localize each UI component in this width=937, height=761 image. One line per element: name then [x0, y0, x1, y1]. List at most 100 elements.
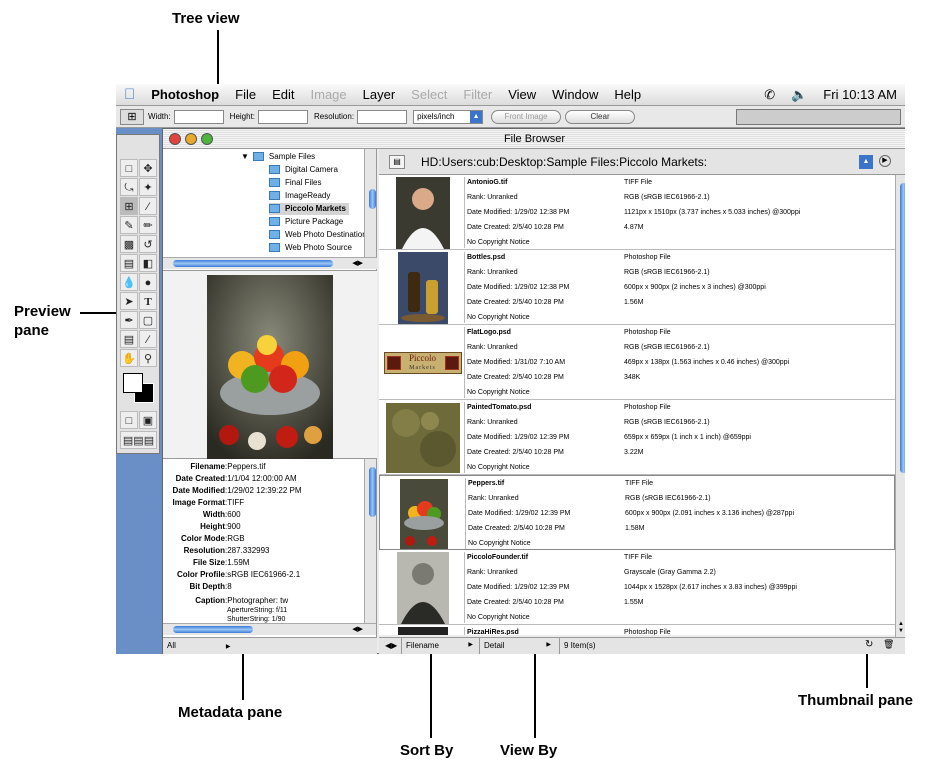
file-thumbnail[interactable]	[382, 478, 466, 549]
tree-item-digital-camera[interactable]: Digital Camera	[269, 164, 338, 176]
file-thumbnail[interactable]	[381, 627, 465, 635]
menu-select[interactable]: Select	[403, 87, 455, 102]
notes-tool-icon[interactable]: ▤	[120, 330, 138, 348]
file-thumbnail[interactable]	[381, 402, 465, 473]
units-select[interactable]: pixels/inch ▲	[413, 109, 484, 124]
menu-view[interactable]: View	[500, 87, 544, 102]
rotate-icon[interactable]: ↻	[865, 639, 873, 650]
menu-window[interactable]: Window	[544, 87, 606, 102]
tree-item-imageready[interactable]: ImageReady	[269, 190, 330, 202]
sort-by-select[interactable]: Filename ▶	[401, 638, 479, 654]
quick-mask-icon[interactable]: ▣	[139, 411, 157, 429]
type-tool-icon[interactable]: T	[139, 292, 157, 310]
file-thumbnail[interactable]	[381, 251, 465, 324]
file-row-selected[interactable]: Peppers.tif Rank: Unranked Date Modified: …	[379, 475, 895, 550]
zoom-tool-icon[interactable]: ⚲	[139, 349, 157, 367]
path-select-tool-icon[interactable]: ➤	[120, 292, 138, 310]
menu-layer[interactable]: Layer	[355, 87, 404, 102]
front-image-button[interactable]: Front Image	[491, 109, 562, 124]
shape-tool-icon[interactable]: ▢	[139, 311, 157, 329]
brush-tool-icon[interactable]: ✎	[120, 216, 138, 234]
crop-tool-icon[interactable]: ⊞	[120, 197, 138, 215]
menu-filter[interactable]: Filter	[455, 87, 500, 102]
file-row[interactable]: Bottles.psd Rank: Unranked Date Modified: …	[379, 250, 895, 325]
scroll-arrows-icon[interactable]: ◀▶	[352, 625, 363, 633]
volume-icon[interactable]: 🔈	[783, 87, 815, 103]
screen-mode-icon[interactable]: ▤▤▤	[120, 431, 157, 449]
tree-vertical-scrollbar[interactable]	[364, 149, 376, 257]
scroll-thumb[interactable]	[369, 467, 376, 517]
palette-well[interactable]	[736, 108, 901, 125]
file-thumbnail[interactable]	[381, 551, 465, 624]
scroll-thumb[interactable]	[900, 183, 905, 473]
founder-thumbnail	[396, 551, 449, 624]
file-row[interactable]: PaintedTomato.psd Rank: Unranked Date Modi…	[379, 400, 895, 475]
eyedropper-tool-icon[interactable]: ∕	[139, 330, 157, 348]
slice-tool-icon[interactable]: ∕	[139, 197, 157, 215]
scroll-thumb[interactable]	[173, 626, 253, 633]
width-field[interactable]	[173, 109, 224, 124]
dodge-tool-icon[interactable]: ●	[139, 273, 157, 291]
pen-tool-icon[interactable]: ✒	[120, 311, 138, 329]
thumbnail-vertical-scrollbar[interactable]: ▲ ▼	[895, 175, 905, 637]
expand-toggle-icon[interactable]: ◀▶	[385, 641, 397, 650]
metadata-vertical-scrollbar[interactable]	[364, 459, 376, 623]
tree-item-final-files[interactable]: Final Files	[269, 177, 321, 189]
blur-tool-icon[interactable]: 💧	[120, 273, 138, 291]
scroll-thumb[interactable]	[173, 260, 333, 267]
menu-help[interactable]: Help	[606, 87, 649, 102]
marquee-tool-icon[interactable]: □	[120, 159, 138, 177]
metadata-filter-select[interactable]: All ▶	[167, 641, 231, 650]
tree-item-web-photo-destination[interactable]: Web Photo Destination	[269, 229, 367, 241]
phone-icon[interactable]: ✆	[756, 87, 783, 103]
magic-wand-tool-icon[interactable]: ✦	[139, 178, 157, 196]
crop-tool-preset[interactable]: ⊞	[120, 108, 144, 125]
height-field[interactable]	[258, 109, 309, 124]
folder-up-icon[interactable]: ▤	[389, 155, 405, 169]
gradient-tool-icon[interactable]: ◧	[139, 254, 157, 272]
file-row[interactable]: PizzaHiRes.psd Photoshop File	[379, 625, 895, 635]
standard-mode-icon[interactable]: □	[120, 411, 138, 429]
history-brush-tool-icon[interactable]: ↺	[139, 235, 157, 253]
tree-horizontal-scrollbar[interactable]: ◀▶	[163, 257, 377, 269]
menu-image[interactable]: Image	[303, 87, 355, 102]
metadata-horizontal-scrollbar[interactable]: ◀▶	[163, 623, 376, 635]
disclosure-triangle-icon[interactable]: ▼	[241, 152, 249, 161]
file-thumbnail[interactable]: Piccolo Markets	[381, 327, 465, 398]
clear-button[interactable]: Clear	[565, 109, 636, 124]
scroll-arrows-icon[interactable]: ▲ ▼	[898, 621, 904, 635]
view-by-select[interactable]: Detail ▶	[479, 638, 557, 654]
stamp-tool-icon[interactable]: ▩	[120, 235, 138, 253]
trash-icon[interactable]: 🗑	[883, 639, 894, 650]
tree-view-callout: Tree view	[172, 10, 240, 27]
menu-edit[interactable]: Edit	[264, 87, 302, 102]
lasso-tool-icon[interactable]: ⤿	[120, 178, 138, 196]
tree-item-piccolo-markets[interactable]: Piccolo Markets	[269, 203, 349, 215]
pencil-tool-icon[interactable]: ✏	[139, 216, 157, 234]
file-row[interactable]: AntonioG.tif Rank: Unranked Date Modified:…	[379, 175, 895, 250]
tree-item-web-photo-source[interactable]: Web Photo Source	[269, 242, 352, 254]
tree-item-picture-package[interactable]: Picture Package	[269, 216, 343, 228]
location-dropdown-icon[interactable]: ▲	[859, 155, 873, 169]
scroll-arrows-icon[interactable]: ◀▶	[352, 259, 363, 267]
move-tool-icon[interactable]: ✥	[139, 159, 157, 177]
close-window-icon[interactable]	[169, 133, 181, 145]
file-row[interactable]: Piccolo Markets FlatLogo.psd Rank: Unrank…	[379, 325, 895, 400]
zoom-window-icon[interactable]	[201, 133, 213, 145]
file-row[interactable]: PiccoloFounder.tif Rank: Unranked Date Mod…	[379, 550, 895, 625]
tree-item-root[interactable]: ▼ Sample Files	[241, 151, 315, 163]
flyout-menu-icon[interactable]: ▶	[879, 155, 891, 167]
hand-tool-icon[interactable]: ✋	[120, 349, 138, 367]
menu-app-name[interactable]: Photoshop	[143, 87, 227, 102]
resolution-field[interactable]	[357, 109, 408, 124]
apple-icon[interactable]: 	[116, 86, 143, 103]
menu-file[interactable]: File	[227, 87, 264, 102]
eraser-tool-icon[interactable]: ▤	[120, 254, 138, 272]
foreground-color-swatch[interactable]	[123, 373, 143, 393]
location-path[interactable]: HD:Users:cub:Desktop:Sample Files:Piccol…	[421, 155, 707, 169]
title-bar[interactable]: File Browser	[163, 129, 905, 149]
menu-clock[interactable]: Fri 10:13 AM	[815, 87, 905, 102]
minimize-window-icon[interactable]	[185, 133, 197, 145]
file-thumbnail[interactable]	[381, 176, 465, 249]
scroll-thumb[interactable]	[369, 189, 376, 209]
